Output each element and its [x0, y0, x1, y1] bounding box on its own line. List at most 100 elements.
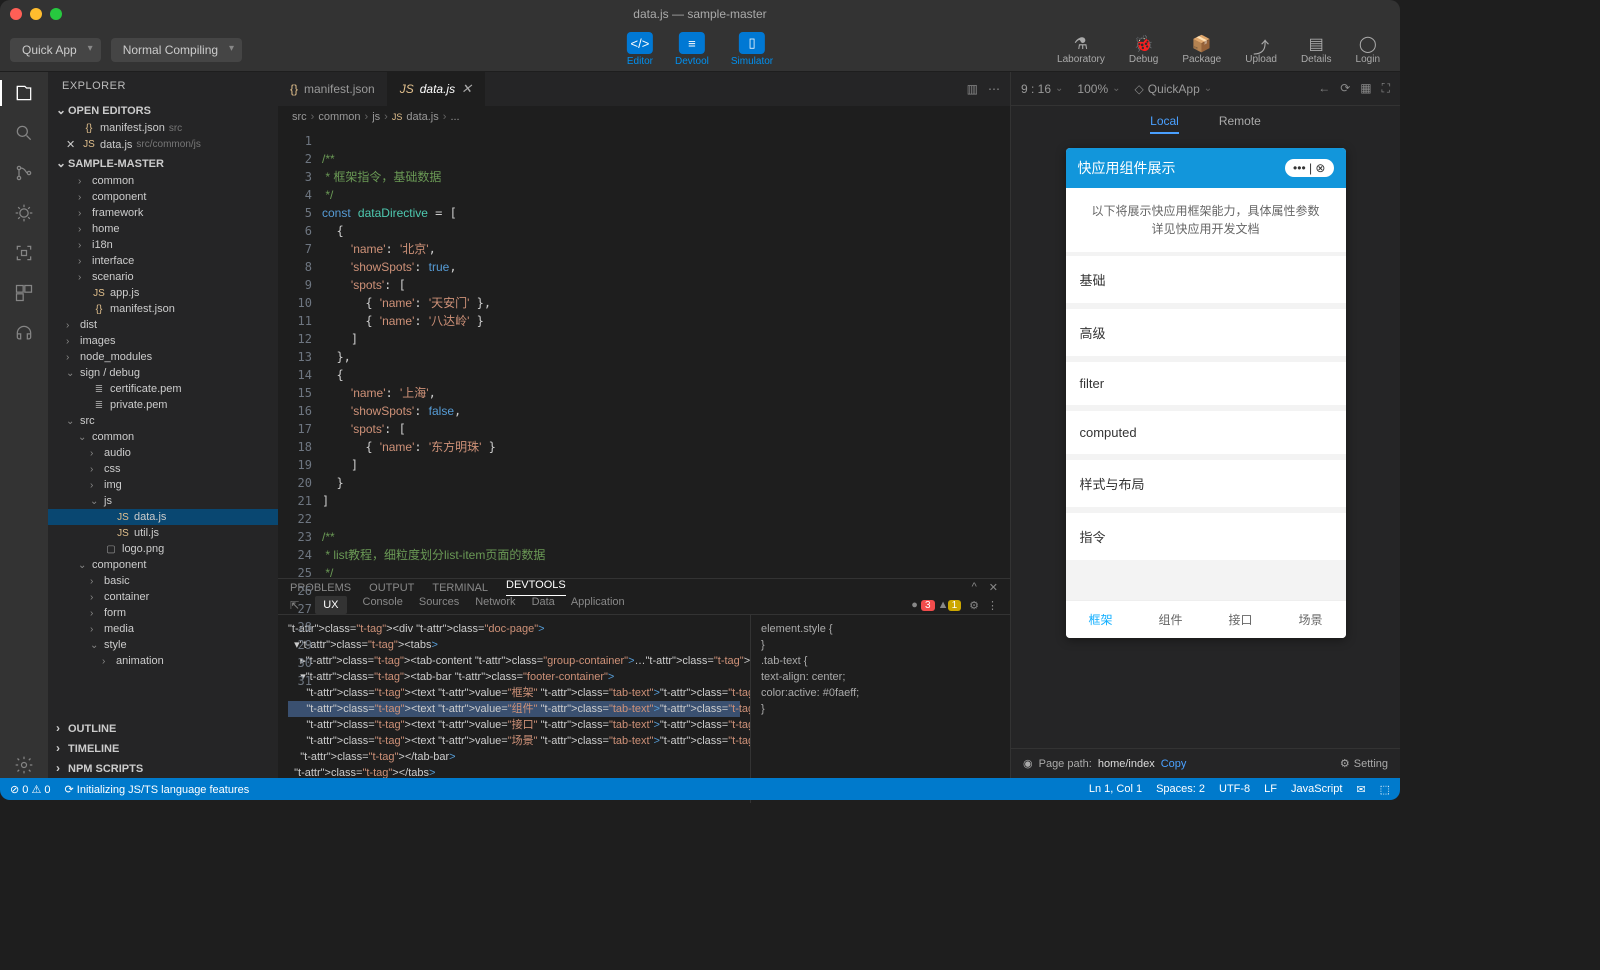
- timeline-section[interactable]: TIMELINE: [48, 738, 278, 758]
- tree-item[interactable]: ›i18n: [48, 237, 278, 253]
- capsule-buttons[interactable]: ••• | ⊗: [1285, 159, 1333, 177]
- search-icon[interactable]: [11, 120, 37, 146]
- panel-tab-output[interactable]: OUTPUT: [369, 582, 414, 594]
- tree-item[interactable]: ›css: [48, 461, 278, 477]
- tree-item[interactable]: ›interface: [48, 253, 278, 269]
- minimap[interactable]: [930, 128, 1010, 578]
- extensions-icon[interactable]: [11, 280, 37, 306]
- tree-item[interactable]: ›media: [48, 621, 278, 637]
- explorer-icon[interactable]: [0, 80, 48, 106]
- panel-close-icon[interactable]: ✕: [989, 581, 998, 594]
- split-editor-icon[interactable]: ▥: [967, 82, 978, 96]
- tree-item[interactable]: ›component: [48, 189, 278, 205]
- sim-zoom[interactable]: 100%⌄: [1077, 82, 1120, 96]
- tree-item[interactable]: ›node_modules: [48, 349, 278, 365]
- compiling-select[interactable]: Normal Compiling: [111, 38, 242, 62]
- package-button[interactable]: 📦Package: [1172, 34, 1231, 65]
- styles-pane[interactable]: element.style { } .tab-text { text-align…: [750, 615, 1010, 803]
- list-item[interactable]: computed: [1066, 411, 1346, 454]
- devtool-tab-application[interactable]: Application: [571, 596, 625, 614]
- tree-item[interactable]: ›common: [48, 173, 278, 189]
- status-eol[interactable]: LF: [1264, 783, 1277, 796]
- panel-tab-devtools[interactable]: DEVTOOLS: [506, 579, 566, 596]
- tree-item[interactable]: ⌄sign / debug: [48, 365, 278, 381]
- tree-item[interactable]: JSapp.js: [48, 285, 278, 301]
- status-feedback-icon[interactable]: ✉: [1356, 783, 1365, 796]
- tree-item[interactable]: ›img: [48, 477, 278, 493]
- tree-item[interactable]: ⌄component: [48, 557, 278, 573]
- tree-item[interactable]: ≣certificate.pem: [48, 381, 278, 397]
- debug-icon[interactable]: [11, 200, 37, 226]
- status-problems[interactable]: ⊘ 0 ⚠ 0: [10, 783, 51, 796]
- close-window-button[interactable]: [10, 8, 22, 20]
- status-encoding[interactable]: UTF-8: [1219, 783, 1250, 796]
- tree-item[interactable]: ›audio: [48, 445, 278, 461]
- open-editor-item[interactable]: ✕JSdata.js src/common/js: [48, 136, 278, 153]
- devtool-tab-network[interactable]: Network: [475, 596, 515, 614]
- devtool-tab-sources[interactable]: Sources: [419, 596, 459, 614]
- sim-device[interactable]: ◇QuickApp⌄: [1135, 82, 1213, 96]
- open-editors-section[interactable]: OPEN EDITORS: [48, 100, 278, 120]
- code-editor[interactable]: 1234567891011121314151617181920212223242…: [278, 128, 1010, 578]
- tree-item[interactable]: JSdata.js: [48, 509, 278, 525]
- breadcrumbs[interactable]: src›common›js›JSdata.js›...: [278, 106, 1010, 128]
- devtool-button[interactable]: ≡Devtool: [665, 32, 719, 67]
- debug-button[interactable]: 🐞Debug: [1119, 34, 1168, 65]
- tree-item[interactable]: ›basic: [48, 573, 278, 589]
- sim-time[interactable]: 9 : 16⌄: [1021, 82, 1063, 96]
- tree-item[interactable]: ▢logo.png: [48, 541, 278, 557]
- devtool-tab-ux[interactable]: UX: [315, 596, 346, 614]
- project-section[interactable]: SAMPLE-MASTER: [48, 153, 278, 173]
- panel-tab-terminal[interactable]: TERMINAL: [432, 582, 488, 594]
- status-ln-col[interactable]: Ln 1, Col 1: [1089, 783, 1142, 796]
- devtool-tab-console[interactable]: Console: [363, 596, 403, 614]
- source-control-icon[interactable]: [11, 160, 37, 186]
- tree-item[interactable]: ⌄src: [48, 413, 278, 429]
- tree-item[interactable]: ›scenario: [48, 269, 278, 285]
- editor-button[interactable]: </>Editor: [617, 32, 663, 67]
- outline-section[interactable]: OUTLINE: [48, 718, 278, 738]
- login-button[interactable]: ◯Login: [1346, 34, 1390, 65]
- status-spaces[interactable]: Spaces: 2: [1156, 783, 1205, 796]
- copy-path-link[interactable]: Copy: [1161, 758, 1187, 770]
- editor-tab[interactable]: {}manifest.json: [278, 72, 388, 106]
- tree-item[interactable]: ›images: [48, 333, 278, 349]
- device-tab[interactable]: 组件: [1136, 601, 1206, 638]
- devtool-tab-data[interactable]: Data: [532, 596, 555, 614]
- minimize-window-button[interactable]: [30, 8, 42, 20]
- devtools-more-icon[interactable]: ⋮: [987, 599, 998, 612]
- status-bell-icon[interactable]: ⬚: [1380, 783, 1390, 796]
- tree-item[interactable]: ›dist: [48, 317, 278, 333]
- device-tab[interactable]: 场景: [1276, 601, 1346, 638]
- maximize-window-button[interactable]: [50, 8, 62, 20]
- tree-item[interactable]: ›framework: [48, 205, 278, 221]
- list-item[interactable]: 样式与布局: [1066, 460, 1346, 507]
- tree-item[interactable]: ⌄common: [48, 429, 278, 445]
- list-item[interactable]: 基础: [1066, 256, 1346, 303]
- sim-tab-remote[interactable]: Remote: [1219, 114, 1261, 134]
- npm-section[interactable]: NPM SCRIPTS: [48, 758, 278, 778]
- sim-refresh-icon[interactable]: ⟳: [1340, 81, 1350, 96]
- list-item[interactable]: 指令: [1066, 513, 1346, 560]
- open-editor-item[interactable]: {}manifest.json src: [48, 120, 278, 136]
- details-button[interactable]: ▤Details: [1291, 34, 1342, 65]
- sim-fullscreen-icon[interactable]: ⛶: [1382, 81, 1390, 96]
- device-tab[interactable]: 框架: [1066, 601, 1136, 638]
- upload-button[interactable]: ⤴Upload: [1235, 34, 1287, 65]
- tree-item[interactable]: ›container: [48, 589, 278, 605]
- quick-app-select[interactable]: Quick App: [10, 38, 101, 62]
- laboratory-button[interactable]: ⚗Laboratory: [1047, 34, 1115, 65]
- tree-item[interactable]: ⌄style: [48, 637, 278, 653]
- devtools-settings-icon[interactable]: ⚙: [969, 599, 979, 612]
- editor-tab[interactable]: JSdata.js✕: [388, 72, 485, 106]
- tree-item[interactable]: {}manifest.json: [48, 301, 278, 317]
- gear-icon[interactable]: [11, 752, 37, 778]
- simulator-button[interactable]: ▯Simulator: [721, 32, 783, 67]
- sim-back-icon[interactable]: ←: [1318, 81, 1330, 96]
- sim-qr-icon[interactable]: ▦: [1360, 81, 1371, 96]
- support-icon[interactable]: [11, 320, 37, 346]
- scan-icon[interactable]: [11, 240, 37, 266]
- sim-setting-button[interactable]: ⚙ Setting: [1340, 757, 1388, 770]
- tree-item[interactable]: ⌄js: [48, 493, 278, 509]
- dom-tree[interactable]: "t-attr">class="t-tag"><div "t-attr">cla…: [278, 615, 750, 803]
